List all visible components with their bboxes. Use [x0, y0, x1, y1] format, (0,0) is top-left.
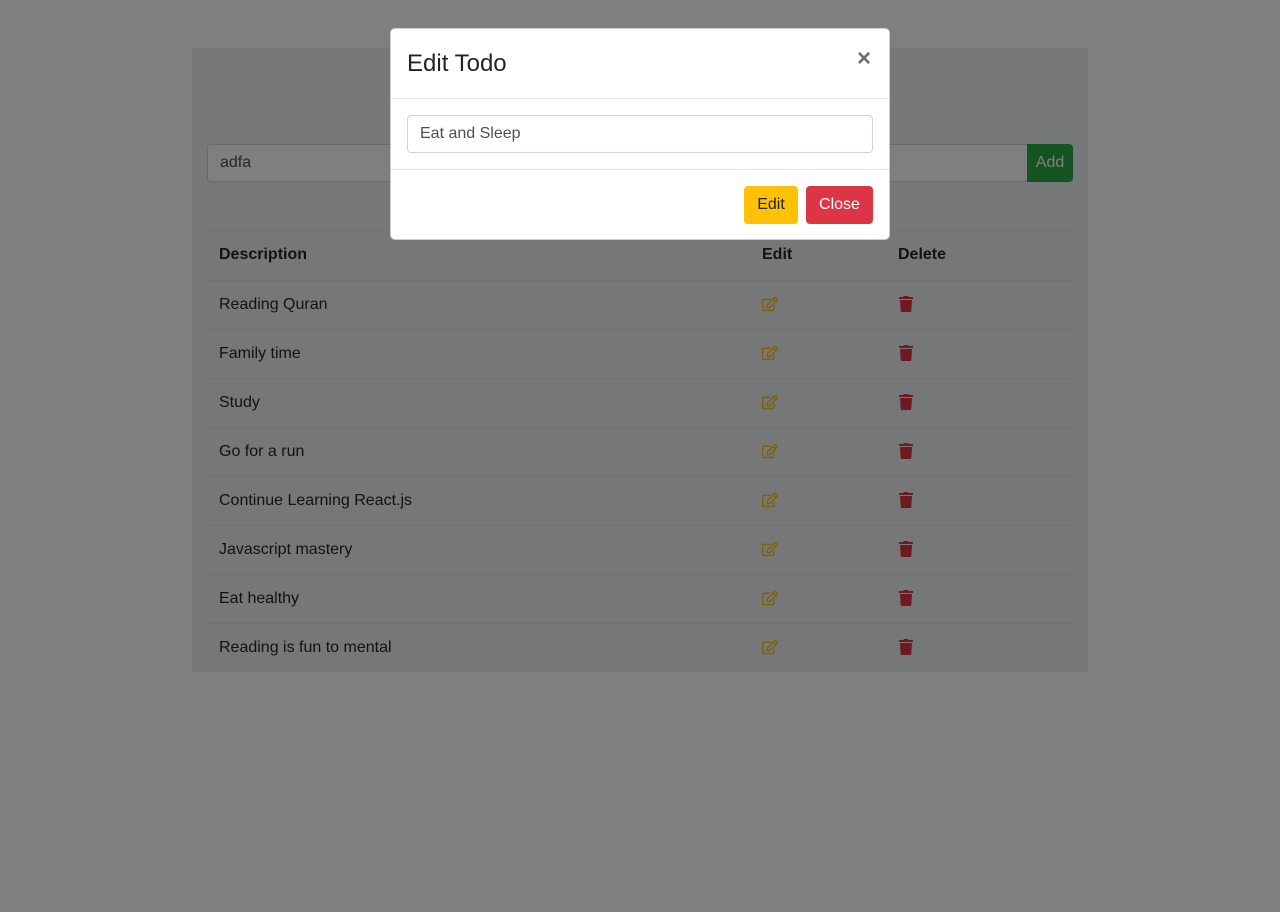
- page: Add Description Edit Delete Reading Qura…: [0, 0, 1280, 912]
- modal-title: Edit Todo: [407, 50, 507, 77]
- close-button[interactable]: Close: [806, 186, 873, 224]
- edit-button[interactable]: Edit: [744, 186, 798, 224]
- close-icon[interactable]: ×: [855, 45, 873, 73]
- modal-header: Edit Todo ×: [391, 29, 889, 99]
- modal-footer: Edit Close: [391, 170, 889, 240]
- edit-todo-input[interactable]: [407, 115, 873, 153]
- edit-todo-modal: Edit Todo × Edit Close: [390, 28, 890, 240]
- modal-body: [391, 99, 889, 170]
